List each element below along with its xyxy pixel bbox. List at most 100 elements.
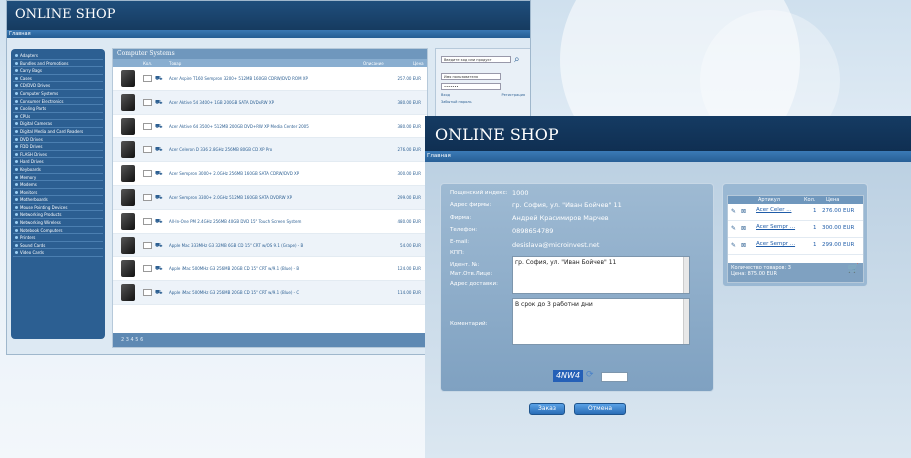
product-name[interactable]: All-In-One PM 2.4GHz 256MB 40GB DVD 15" …	[169, 219, 301, 224]
quantity-input[interactable]	[143, 241, 152, 249]
product-price: 257.00 EUR	[397, 76, 421, 81]
product-image[interactable]	[121, 212, 135, 230]
sidebar-item[interactable]: CD/DVD Drives	[13, 82, 103, 90]
quantity-input[interactable]	[143, 146, 152, 154]
sidebar-item[interactable]: Digital Cameras	[13, 120, 103, 128]
cart-item-name[interactable]: Acer Sempr ...	[756, 241, 795, 247]
delivery-address-textarea[interactable]: гр. София, ул. "Иван Бойчев" 11	[512, 256, 690, 294]
username-input[interactable]: Имя пользователя	[441, 73, 501, 80]
login-link[interactable]: Вход	[441, 93, 450, 97]
edit-icon[interactable]: ✎	[731, 225, 736, 232]
captcha-input[interactable]	[601, 372, 628, 382]
sidebar-item[interactable]: FDD Drives	[13, 143, 103, 151]
product-name[interactable]: Acer Celeron D 336 2.8GHz 256MB 80GB CD …	[169, 147, 272, 152]
password-input[interactable]: •••••••	[441, 83, 501, 90]
cart-icon: 🛒	[847, 264, 859, 274]
product-image[interactable]	[121, 236, 135, 254]
product-row: ⛟ Acer Sempron 3000+ 2.0GHz 256MB 160GB S…	[113, 162, 427, 186]
quantity-input[interactable]	[143, 170, 152, 178]
sidebar-item[interactable]: Mouse Pointing Devices	[13, 204, 103, 212]
product-image[interactable]	[121, 70, 135, 87]
sidebar-item[interactable]: Notebook Computers	[13, 227, 103, 235]
product-name[interactable]: Apple iMac 500MHz G3 256MB 20GB CD 15" C…	[169, 290, 299, 295]
sidebar-item[interactable]: Networking Wireless	[13, 219, 103, 227]
product-image[interactable]	[121, 117, 135, 135]
product-name[interactable]: Apple Mac 333MHz G3 32MB 6GB CD 15" CRT …	[169, 243, 303, 248]
pagination[interactable]: 2 3 4 5 6	[113, 333, 427, 347]
add-to-cart-icon[interactable]: ⛟	[155, 123, 163, 131]
product-name[interactable]: Apple iMac 500MHz G3 256MB 20GB CD 15" C…	[169, 266, 299, 271]
sidebar-item[interactable]: Computer Systems	[13, 90, 103, 98]
add-to-cart-icon[interactable]: ⛟	[155, 194, 163, 202]
quantity-input[interactable]	[143, 289, 152, 297]
search-input[interactable]: Введите код или продукт	[441, 56, 511, 63]
add-to-cart-icon[interactable]: ⛟	[155, 75, 163, 83]
forgot-password-link[interactable]: Забытый пароль	[441, 100, 525, 104]
sidebar-item[interactable]: Networking Products	[13, 211, 103, 220]
sidebar-item[interactable]: Keyboards	[13, 166, 103, 174]
scrollbar[interactable]	[683, 299, 689, 344]
product-name[interactable]: Acer Aktive 54 3400+ 1GB 200GB SATA DVDx…	[169, 100, 274, 105]
sidebar-item[interactable]: Sound Cards	[13, 242, 103, 250]
sidebar-item[interactable]: Video Cards	[13, 249, 103, 258]
edit-icon[interactable]: ✎	[731, 242, 736, 249]
cart-col-item: Артикул	[758, 197, 780, 203]
cancel-button[interactable]: Отмена	[574, 403, 626, 415]
quantity-input[interactable]	[143, 193, 152, 201]
home-nav-link[interactable]: Главная	[425, 151, 911, 162]
product-image[interactable]	[121, 260, 135, 278]
sidebar-item[interactable]: Cooling Parts	[13, 105, 103, 113]
quantity-input[interactable]	[143, 75, 152, 82]
product-name[interactable]: Acer Aktive 64 3500+ 512MB 200GB DVD+RW …	[169, 124, 309, 129]
sidebar-item[interactable]: Motherboards	[13, 196, 103, 204]
product-image[interactable]	[121, 141, 135, 159]
quantity-input[interactable]	[143, 98, 152, 106]
sidebar-item[interactable]: Adapters	[13, 52, 103, 60]
product-name[interactable]: Acer Aspire T160 Sempron 3200+ 512MB 160…	[169, 76, 308, 81]
remove-icon[interactable]: ⊠	[741, 208, 746, 215]
cart-item-name[interactable]: Acer Celer ...	[756, 207, 791, 213]
sidebar-item[interactable]: Printers	[13, 234, 103, 242]
add-to-cart-icon[interactable]: ⛟	[155, 242, 163, 250]
product-image[interactable]	[121, 284, 135, 302]
product-name[interactable]: Acer Sempron 3000+ 2.0GHz 256MB 160GB SA…	[169, 171, 299, 176]
comment-textarea[interactable]: В срок до 3 работни дни	[512, 298, 690, 345]
product-row: ⛟ Acer Aspire T160 Sempron 3200+ 512MB 16…	[113, 67, 427, 91]
product-image[interactable]	[121, 165, 135, 183]
sidebar-item[interactable]: Monitors	[13, 189, 103, 197]
sidebar-item[interactable]: Carry Bags	[13, 67, 103, 75]
sidebar-item[interactable]: Bundles and Promotions	[13, 60, 103, 68]
quantity-input[interactable]	[143, 122, 152, 130]
quantity-input[interactable]	[143, 217, 152, 225]
sidebar-item[interactable]: Consumer Electronics	[13, 98, 103, 106]
sidebar-item[interactable]: Digital Media and Card Readers	[13, 128, 103, 136]
cart-item-name[interactable]: Acer Sempr ...	[756, 224, 795, 230]
sidebar-item[interactable]: Hard Drives	[13, 158, 103, 166]
search-icon[interactable]: ⌕	[514, 54, 520, 65]
add-to-cart-icon[interactable]: ⛟	[155, 99, 163, 107]
remove-icon[interactable]: ⊠	[741, 242, 746, 249]
product-image[interactable]	[121, 188, 135, 206]
sidebar-item[interactable]: Cases	[13, 75, 103, 83]
quantity-input[interactable]	[143, 265, 152, 273]
add-to-cart-icon[interactable]: ⛟	[155, 170, 163, 178]
sidebar-item[interactable]: CPUs	[13, 113, 103, 121]
sidebar-item[interactable]: DVD Drives	[13, 136, 103, 144]
refresh-captcha-icon[interactable]: ⟳	[586, 370, 594, 380]
comment-label: Коментарий:	[450, 321, 488, 327]
scrollbar[interactable]	[683, 257, 689, 293]
add-to-cart-icon[interactable]: ⛟	[155, 218, 163, 226]
home-nav-link[interactable]: Главная	[7, 30, 530, 38]
order-button[interactable]: Заказ	[529, 403, 565, 415]
register-link[interactable]: Регистрация	[502, 93, 525, 97]
add-to-cart-icon[interactable]: ⛟	[155, 289, 163, 297]
sidebar-item[interactable]: Memory	[13, 174, 103, 182]
add-to-cart-icon[interactable]: ⛟	[155, 265, 163, 273]
remove-icon[interactable]: ⊠	[741, 225, 746, 232]
sidebar-item[interactable]: Modems	[13, 181, 103, 189]
product-name[interactable]: Acer Sempron 3300+ 2.0GHz 512MB 160GB SA…	[169, 195, 292, 200]
add-to-cart-icon[interactable]: ⛟	[155, 146, 163, 154]
edit-icon[interactable]: ✎	[731, 208, 736, 215]
sidebar-item[interactable]: FLASH Drives	[13, 151, 103, 159]
product-image[interactable]	[121, 93, 135, 111]
